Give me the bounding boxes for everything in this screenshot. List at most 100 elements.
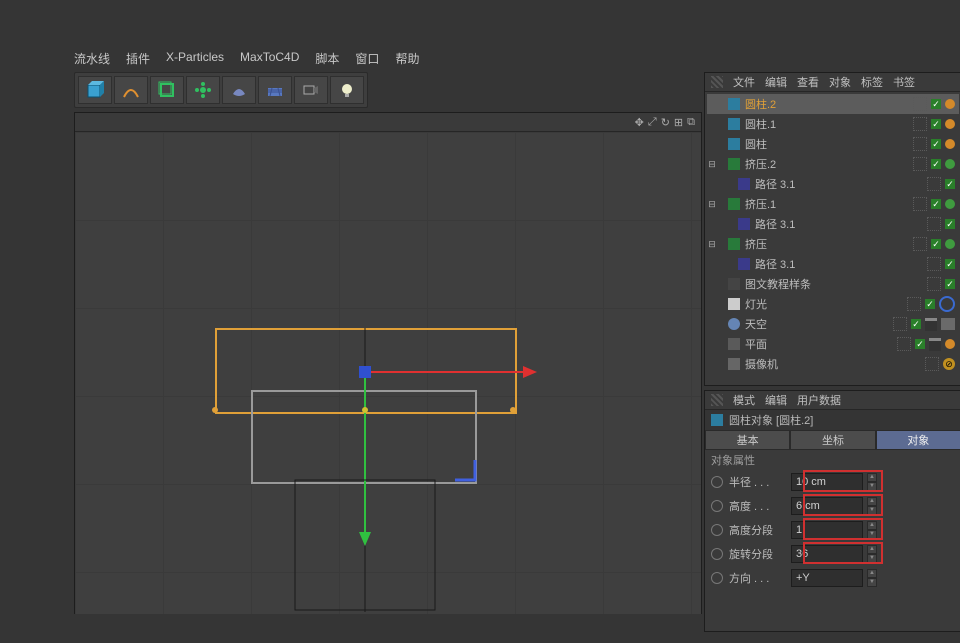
tree-row[interactable]: 天空 ✓: [707, 314, 959, 334]
tree-toggle-icon[interactable]: ⊟: [707, 159, 717, 170]
tree-row[interactable]: 路径 3.1 ✓: [707, 214, 959, 234]
property-value-input[interactable]: 10 cm: [791, 473, 863, 491]
tag-area[interactable]: ✓: [927, 217, 955, 231]
property-anim-radio[interactable]: [711, 548, 723, 560]
tab-object[interactable]: 对象: [876, 430, 960, 450]
menu-item-xparticles[interactable]: X-Particles: [166, 50, 224, 67]
tree-toggle-icon[interactable]: ⊟: [707, 239, 717, 250]
om-menu-bookmarks[interactable]: 书签: [893, 74, 915, 90]
viewport-nav-views-icon[interactable]: ⧉: [687, 116, 695, 129]
tree-row[interactable]: 图文教程样条 ✓: [707, 274, 959, 294]
tree-row[interactable]: ⊟ 挤压.1 ✓: [707, 194, 959, 214]
tag-area[interactable]: ✓: [913, 137, 955, 151]
viewport-nav-zoom-icon[interactable]: ⤢: [648, 116, 657, 129]
property-value-input[interactable]: 36: [791, 545, 863, 563]
object-name-label[interactable]: 挤压.2: [745, 156, 776, 172]
tree-row[interactable]: 圆柱 ✓: [707, 134, 959, 154]
viewport-nav-rotate-icon[interactable]: ↻: [661, 116, 670, 129]
object-type-icon: [727, 277, 741, 291]
tag-area[interactable]: ⊘: [925, 357, 955, 371]
object-name-label[interactable]: 挤压: [745, 236, 767, 252]
tree-row[interactable]: 路径 3.1 ✓: [707, 254, 959, 274]
property-value-input[interactable]: 1: [791, 521, 863, 539]
tree-row[interactable]: 摄像机 ⊘: [707, 354, 959, 374]
tag-area[interactable]: ✓: [893, 317, 955, 331]
am-menu-mode[interactable]: 模式: [733, 392, 755, 408]
tag-area[interactable]: ✓: [927, 257, 955, 271]
object-outline-1[interactable]: [251, 390, 477, 484]
tree-row[interactable]: ⊟ 挤压.2 ✓: [707, 154, 959, 174]
tag-area[interactable]: ✓: [913, 157, 955, 171]
tool-camera[interactable]: [294, 76, 328, 104]
object-name-label[interactable]: 路径 3.1: [755, 176, 795, 192]
menu-item-window[interactable]: 窗口: [355, 50, 379, 67]
viewport-canvas[interactable]: [75, 132, 701, 614]
property-anim-radio[interactable]: [711, 524, 723, 536]
object-name-label[interactable]: 平面: [745, 336, 767, 352]
object-name-label[interactable]: 路径 3.1: [755, 216, 795, 232]
object-name-label[interactable]: 摄像机: [745, 356, 778, 372]
tab-basic[interactable]: 基本: [705, 430, 790, 450]
tool-atom[interactable]: [186, 76, 220, 104]
property-row: 半径 . . .10 cm▲▼: [705, 470, 960, 494]
om-menu-edit[interactable]: 编辑: [765, 74, 787, 90]
object-tree[interactable]: 圆柱.2✓圆柱.1✓圆柱✓⊟挤压.2✓路径 3.1✓⊟挤压.1✓路径 3.1✓⊟…: [705, 92, 960, 376]
om-menu-file[interactable]: 文件: [733, 74, 755, 90]
property-anim-radio[interactable]: [711, 572, 723, 584]
property-spinner[interactable]: ▲▼: [867, 473, 877, 491]
object-name-label[interactable]: 灯光: [745, 296, 767, 312]
tag-area[interactable]: ✓: [927, 277, 955, 291]
menu-item-maxtoc4d[interactable]: MaxToC4D: [240, 50, 299, 67]
menu-item-pipeline[interactable]: 流水线: [74, 50, 110, 67]
om-menu-tags[interactable]: 标签: [861, 74, 883, 90]
om-menu-objects[interactable]: 对象: [829, 74, 851, 90]
viewport-nav-frame-icon[interactable]: ⊞: [674, 116, 683, 129]
tree-row[interactable]: 圆柱.2 ✓: [707, 94, 959, 114]
property-anim-radio[interactable]: [711, 476, 723, 488]
tag-area[interactable]: ✓: [913, 117, 955, 131]
panel-grip-icon[interactable]: [711, 76, 723, 88]
property-anim-radio[interactable]: [711, 500, 723, 512]
property-value-input[interactable]: 6 cm: [791, 497, 863, 515]
menu-item-help[interactable]: 帮助: [395, 50, 419, 67]
property-spinner[interactable]: ▲▼: [867, 545, 877, 563]
om-menu-view[interactable]: 查看: [797, 74, 819, 90]
tag-area[interactable]: ✓: [927, 177, 955, 191]
object-name-label[interactable]: 挤压.1: [745, 196, 776, 212]
am-menu-edit[interactable]: 编辑: [765, 392, 787, 408]
tree-row[interactable]: 圆柱.1 ✓: [707, 114, 959, 134]
menu-item-script[interactable]: 脚本: [315, 50, 339, 67]
am-menu-userdata[interactable]: 用户数据: [797, 392, 841, 408]
tag-area[interactable]: ✓: [913, 97, 955, 111]
panel-grip-icon[interactable]: [711, 394, 723, 406]
viewport-nav-pan-icon[interactable]: ✥: [635, 116, 644, 129]
tool-instance[interactable]: [150, 76, 184, 104]
object-name-label[interactable]: 圆柱.1: [745, 116, 776, 132]
menu-item-plugins[interactable]: 插件: [126, 50, 150, 67]
tab-coord[interactable]: 坐标: [790, 430, 875, 450]
tree-row[interactable]: ⊟ 挤压 ✓: [707, 234, 959, 254]
object-name-label[interactable]: 路径 3.1: [755, 256, 795, 272]
object-type-icon: [737, 217, 751, 231]
tree-row[interactable]: 灯光 ✓: [707, 294, 959, 314]
tree-toggle-icon[interactable]: ⊟: [707, 199, 717, 210]
tag-area[interactable]: ✓: [913, 197, 955, 211]
tag-area[interactable]: ✓: [913, 237, 955, 251]
tool-deformer[interactable]: [222, 76, 256, 104]
object-name-label[interactable]: 图文教程样条: [745, 276, 811, 292]
tree-row[interactable]: 路径 3.1 ✓: [707, 174, 959, 194]
property-spinner[interactable]: ▲▼: [867, 569, 877, 587]
tree-row[interactable]: 平面 ✓: [707, 334, 959, 354]
property-spinner[interactable]: ▲▼: [867, 497, 877, 515]
property-value-input[interactable]: +Y: [791, 569, 863, 587]
tool-light[interactable]: [330, 76, 364, 104]
tool-pen[interactable]: [114, 76, 148, 104]
tag-area[interactable]: ✓: [897, 337, 955, 351]
object-name-label[interactable]: 圆柱.2: [745, 96, 776, 112]
tag-area[interactable]: ✓: [907, 296, 955, 312]
object-name-label[interactable]: 天空: [745, 316, 767, 332]
tool-primitive-cube[interactable]: [78, 76, 112, 104]
object-name-label[interactable]: 圆柱: [745, 136, 767, 152]
tool-floor[interactable]: [258, 76, 292, 104]
property-spinner[interactable]: ▲▼: [867, 521, 877, 539]
